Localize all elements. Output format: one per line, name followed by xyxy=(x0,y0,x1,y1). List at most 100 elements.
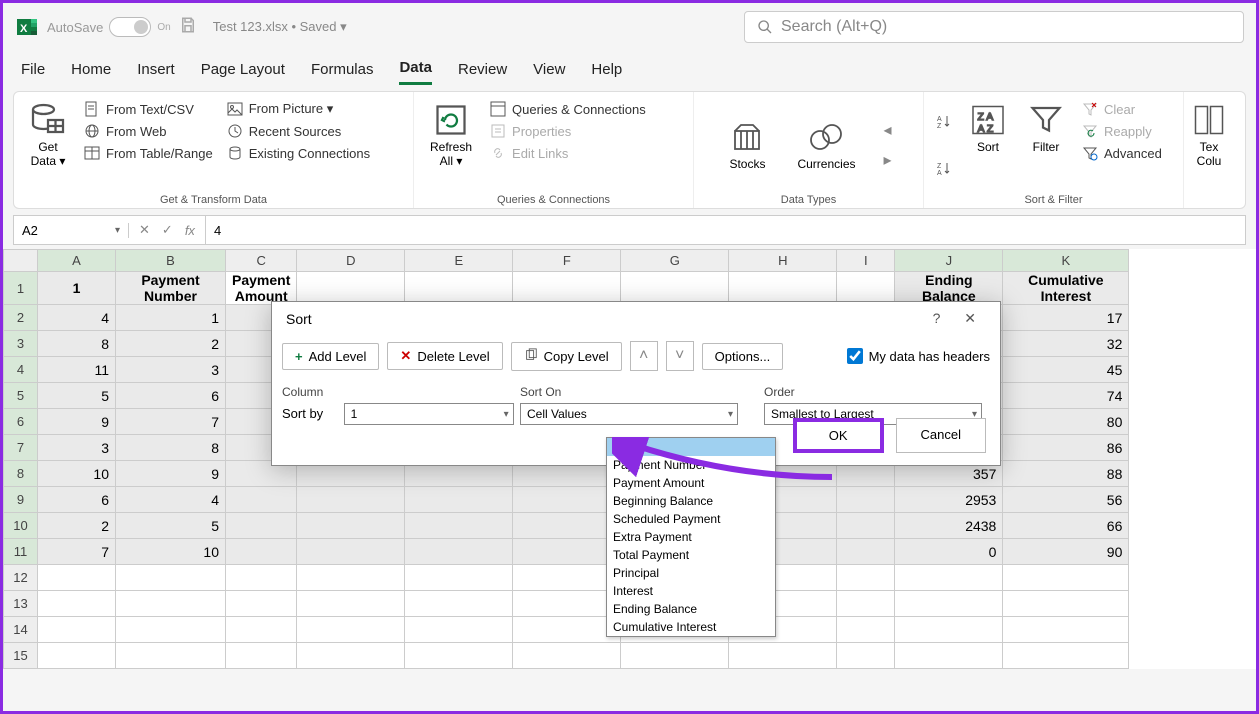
cell[interactable] xyxy=(837,565,895,591)
cancel-formula-icon[interactable]: ✕ xyxy=(135,220,154,240)
row-header-1[interactable]: 1 xyxy=(4,272,38,305)
cell[interactable] xyxy=(38,617,116,643)
cell[interactable] xyxy=(621,643,729,669)
row-header-7[interactable]: 7 xyxy=(4,435,38,461)
cell[interactable] xyxy=(1003,565,1129,591)
cell[interactable]: Ending Balance xyxy=(895,272,1003,305)
cell[interactable]: Cumulative Interest xyxy=(1003,272,1129,305)
cell[interactable]: 1 xyxy=(116,305,226,331)
cell[interactable] xyxy=(513,565,621,591)
cell[interactable] xyxy=(297,591,405,617)
cell[interactable] xyxy=(729,643,837,669)
cell[interactable] xyxy=(895,591,1003,617)
cell[interactable] xyxy=(38,591,116,617)
cell[interactable] xyxy=(226,591,297,617)
tab-help[interactable]: Help xyxy=(591,55,622,84)
stocks-button[interactable]: Stocks xyxy=(725,115,769,175)
copy-level-button[interactable]: Copy Level xyxy=(511,342,622,371)
from-table-range-button[interactable]: From Table/Range xyxy=(84,142,213,164)
queries-connections-button[interactable]: Queries & Connections xyxy=(490,98,646,120)
cell[interactable] xyxy=(297,565,405,591)
cell[interactable]: 8 xyxy=(38,331,116,357)
ok-button[interactable]: OK xyxy=(793,418,884,453)
recent-sources-button[interactable]: Recent Sources xyxy=(227,120,370,142)
cell[interactable] xyxy=(116,565,226,591)
toggle-switch-icon[interactable] xyxy=(109,17,151,37)
cell[interactable] xyxy=(297,617,405,643)
fx-icon[interactable]: fx xyxy=(181,221,199,240)
row-header-13[interactable]: 13 xyxy=(4,591,38,617)
dropdown-item[interactable]: Extra Payment xyxy=(607,528,775,546)
cell[interactable]: 45 xyxy=(1003,357,1129,383)
cell[interactable]: 6 xyxy=(116,383,226,409)
dropdown-item[interactable]: Total Payment xyxy=(607,546,775,564)
cell[interactable] xyxy=(38,565,116,591)
cell[interactable] xyxy=(405,539,513,565)
cell[interactable]: 88 xyxy=(1003,461,1129,487)
col-header-J[interactable]: J xyxy=(895,250,1003,272)
row-header-4[interactable]: 4 xyxy=(4,357,38,383)
cell[interactable]: 0 xyxy=(895,539,1003,565)
cell[interactable] xyxy=(837,513,895,539)
help-icon[interactable]: ? xyxy=(923,306,951,330)
dropdown-item[interactable]: Beginning Balance xyxy=(607,492,775,510)
cell[interactable]: 3 xyxy=(116,357,226,383)
headers-checkbox[interactable]: My data has headers xyxy=(847,348,990,364)
cell[interactable]: 56 xyxy=(1003,487,1129,513)
dropdown-item[interactable]: Payment Amount xyxy=(607,474,775,492)
col-header-B[interactable]: B xyxy=(116,250,226,272)
col-header-D[interactable]: D xyxy=(297,250,405,272)
cell[interactable]: 74 xyxy=(1003,383,1129,409)
cell[interactable]: 66 xyxy=(1003,513,1129,539)
cell[interactable] xyxy=(837,591,895,617)
cell[interactable] xyxy=(837,539,895,565)
chevron-right-icon[interactable]: ▸ xyxy=(884,150,892,170)
dropdown-item[interactable]: Scheduled Payment xyxy=(607,510,775,528)
cell[interactable]: Payment Amount xyxy=(226,272,297,305)
row-header-11[interactable]: 11 xyxy=(4,539,38,565)
cell[interactable] xyxy=(837,272,895,305)
cell[interactable] xyxy=(513,643,621,669)
cell[interactable] xyxy=(297,539,405,565)
chevron-left-icon[interactable]: ◂ xyxy=(884,120,892,140)
document-name[interactable]: Test 123.xlsx • Saved ▾ xyxy=(213,19,347,35)
cell[interactable]: 5 xyxy=(116,513,226,539)
advanced-button[interactable]: Advanced xyxy=(1082,142,1162,164)
cell[interactable]: 2 xyxy=(116,331,226,357)
name-box[interactable]: A2 ▾ xyxy=(14,223,129,238)
col-header-F[interactable]: F xyxy=(513,250,621,272)
options-button[interactable]: Options... xyxy=(702,343,784,370)
move-up-button[interactable]: ˄ xyxy=(630,341,658,371)
cell[interactable] xyxy=(405,272,513,305)
cell[interactable] xyxy=(226,617,297,643)
cell[interactable] xyxy=(116,643,226,669)
col-header-G[interactable]: G xyxy=(621,250,729,272)
dropdown-item[interactable]: Principal xyxy=(607,564,775,582)
delete-level-button[interactable]: ✕Delete Level xyxy=(387,342,502,370)
checkbox-input[interactable] xyxy=(847,348,863,364)
row-header-5[interactable]: 5 xyxy=(4,383,38,409)
cell[interactable]: 10 xyxy=(116,539,226,565)
chevron-down-icon[interactable]: ▾ xyxy=(115,225,120,236)
cell[interactable]: 80 xyxy=(1003,409,1129,435)
cell[interactable] xyxy=(895,643,1003,669)
cell[interactable] xyxy=(405,617,513,643)
cell[interactable] xyxy=(1003,617,1129,643)
tab-data[interactable]: Data xyxy=(399,53,432,85)
cell[interactable]: 4 xyxy=(38,305,116,331)
cell[interactable] xyxy=(837,487,895,513)
move-down-button[interactable]: ˅ xyxy=(666,341,694,371)
cell[interactable]: 3 xyxy=(38,435,116,461)
cancel-button[interactable]: Cancel xyxy=(896,418,986,453)
get-data-button[interactable]: Get Data ▾ xyxy=(26,98,70,192)
cell[interactable] xyxy=(297,643,405,669)
cell[interactable] xyxy=(895,565,1003,591)
col-header-H[interactable]: H xyxy=(729,250,837,272)
cell[interactable]: 2438 xyxy=(895,513,1003,539)
cell[interactable] xyxy=(297,513,405,539)
tab-view[interactable]: View xyxy=(533,55,565,84)
filter-button[interactable]: Filter xyxy=(1024,98,1068,192)
dropdown-item[interactable]: 1 xyxy=(607,438,775,456)
col-header-I[interactable]: I xyxy=(837,250,895,272)
cell[interactable] xyxy=(621,272,729,305)
